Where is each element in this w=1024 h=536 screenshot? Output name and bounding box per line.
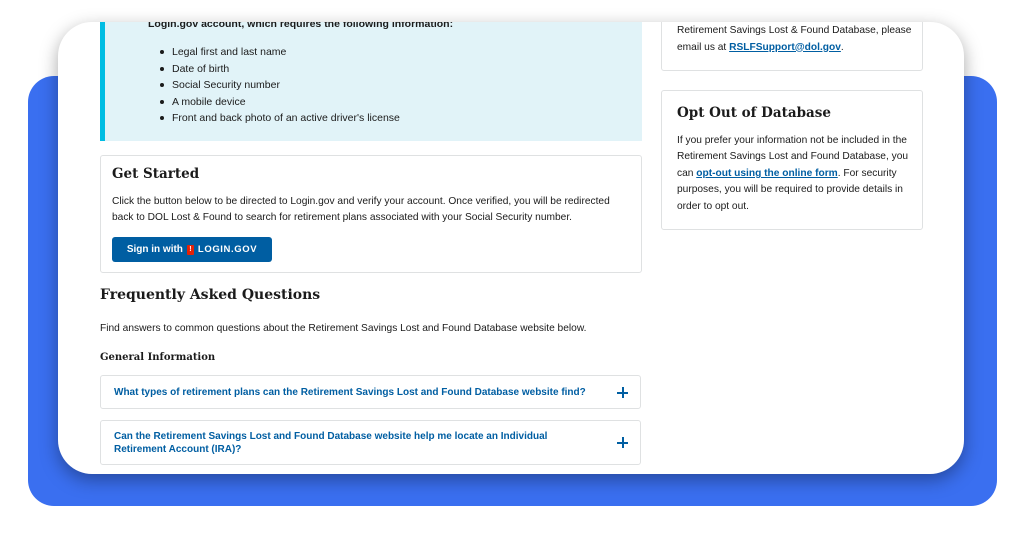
opt-out-online-form-link[interactable]: opt-out using the online form [696, 168, 837, 179]
opt-out-title: Opt Out of Database [677, 105, 831, 121]
faq-title: Frequently Asked Questions [100, 287, 321, 303]
requirement-item: Legal first and last name [160, 44, 400, 61]
plus-icon [617, 437, 628, 448]
sign-in-login-gov-button[interactable]: Sign in with ! LOGIN.GOV [112, 237, 272, 262]
requirement-item: A mobile device [160, 94, 400, 111]
faq-accordion-item[interactable]: What types of retirement plans can the R… [100, 375, 641, 409]
requirement-item: Front and back photo of an active driver… [160, 110, 400, 127]
requirements-intro: Login.gov account, which requires the fo… [148, 22, 454, 30]
sign-in-label: Sign in with [126, 244, 183, 255]
support-email-link[interactable]: RSLFSupport@dol.gov [729, 42, 841, 53]
plus-icon [617, 387, 628, 398]
faq-section-general-information: General Information [100, 352, 216, 363]
get-started-description: Click the button below to be directed to… [112, 196, 610, 223]
contact-text: Retirement Savings Lost & Found Database… [677, 23, 917, 56]
requirement-item: Social Security number [160, 77, 400, 94]
page-content: Login.gov account, which requires the fo… [58, 22, 964, 474]
login-gov-logo-icon: ! [186, 244, 194, 255]
login-gov-brand-text: LOGIN.GOV [197, 244, 258, 255]
browser-screen-card: Login.gov account, which requires the fo… [58, 22, 964, 474]
faq-question: What types of retirement plans can the R… [114, 387, 586, 398]
get-started-title: Get Started [112, 166, 200, 182]
opt-out-card: Opt Out of Database If you prefer your i… [661, 90, 923, 230]
faq-accordion-item[interactable]: Can the Retirement Savings Lost and Foun… [100, 420, 641, 465]
opt-out-text: If you prefer your information not be in… [677, 133, 913, 215]
faq-question: Can the Retirement Savings Lost and Foun… [114, 431, 548, 455]
contact-support-card: Retirement Savings Lost & Found Database… [661, 22, 923, 71]
get-started-card: Get Started Click the button below to be… [100, 155, 642, 273]
contact-text-after: . [840, 41, 844, 53]
requirement-item: Date of birth [160, 61, 400, 78]
faq-intro: Find answers to common questions about t… [100, 323, 587, 334]
requirements-info-box: Login.gov account, which requires the fo… [100, 22, 642, 141]
requirements-list: Legal first and last name Date of birth … [160, 44, 400, 127]
